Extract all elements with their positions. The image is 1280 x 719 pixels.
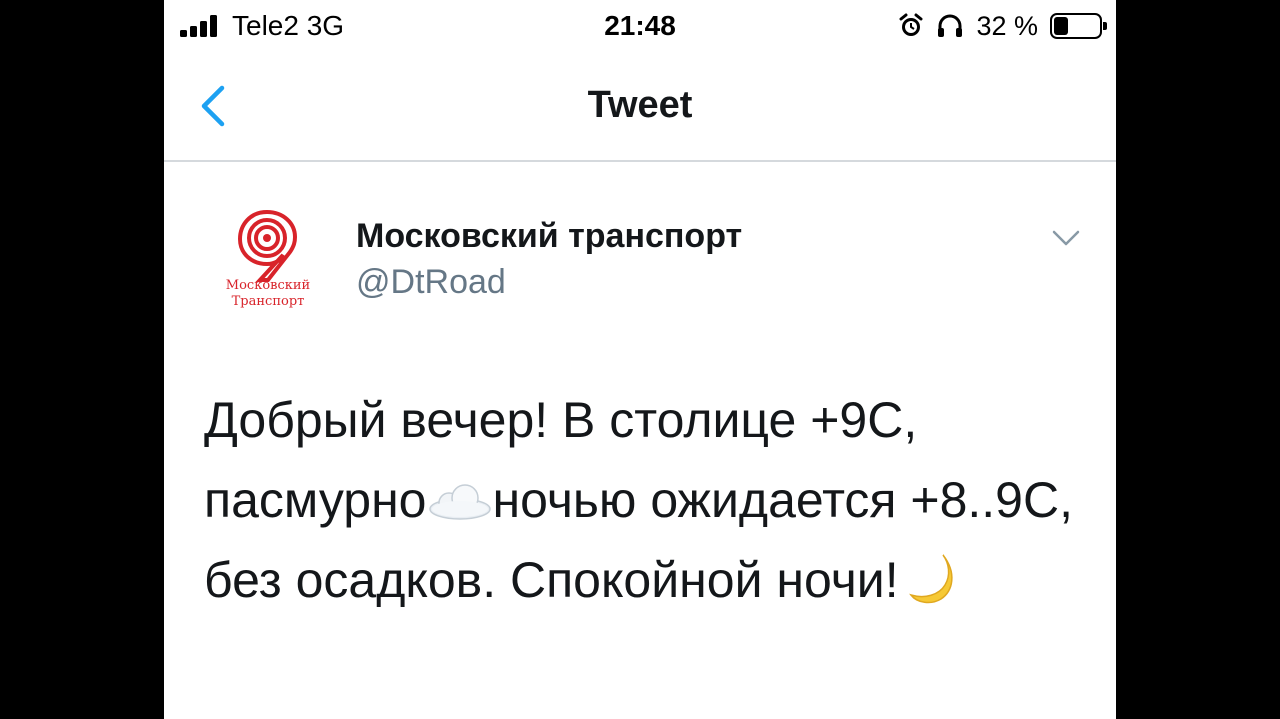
chevron-down-icon [1052, 230, 1080, 246]
alarm-icon [899, 13, 923, 36]
status-bar: Tele2 3G 21:48 32 % [164, 0, 1116, 52]
author-display-name[interactable]: Московский транспорт [356, 216, 742, 256]
nav-bar: Tweet [164, 52, 1116, 162]
cloud-emoji-icon [428, 484, 491, 520]
page-title: Tweet [587, 84, 693, 126]
headphones-icon [938, 14, 963, 37]
tweet-header: Московский Транспорт Московский транспор… [204, 202, 1084, 322]
crescent-moon-emoji-icon [908, 554, 953, 604]
battery-fill [1054, 17, 1068, 35]
avatar-logo-text-2: Транспорт [231, 294, 305, 309]
phone-screen: Tele2 3G 21:48 32 % Tweet Московский Тра… [164, 0, 1116, 719]
tweet-text: Добрый вечер! В столице +9С, пасмурно но… [204, 380, 1084, 620]
moscow-transport-logo-icon [237, 209, 298, 282]
tweet-options-button[interactable] [1048, 224, 1084, 252]
avatar-logo-text-1: Московский [225, 278, 311, 293]
battery-percent: 32 % [976, 10, 1038, 41]
avatar[interactable]: Московский Транспорт [204, 202, 332, 322]
status-right-group: 32 % [898, 9, 1107, 43]
battery-icon [1050, 13, 1107, 39]
author-handle[interactable]: @DtRoad [356, 262, 506, 302]
